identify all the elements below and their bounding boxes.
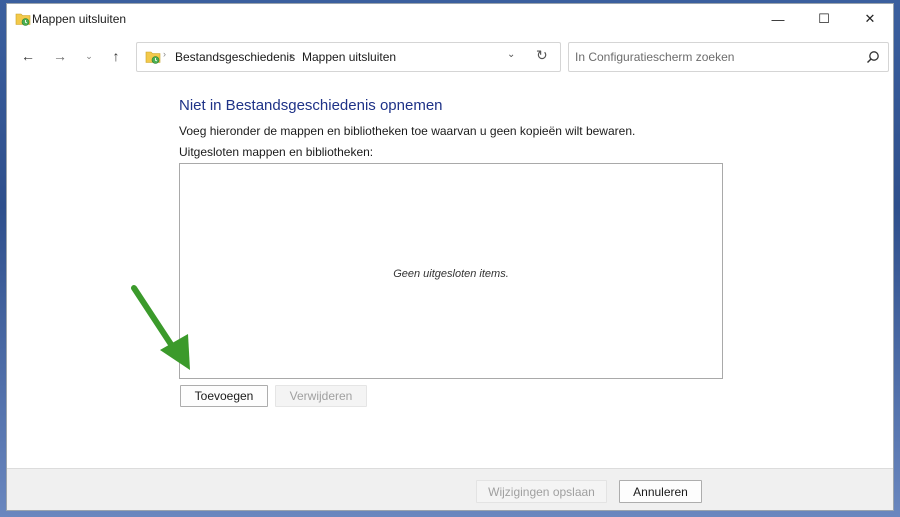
up-button[interactable]: ↑ [105, 45, 127, 67]
search-box[interactable] [568, 42, 889, 72]
remove-button[interactable]: Verwijderen [275, 385, 367, 407]
search-input[interactable] [575, 49, 855, 65]
breadcrumb-file-history[interactable]: Bestandsgeschiedenis [175, 50, 295, 64]
page-description: Voeg hieronder de mappen en bibliotheken… [179, 124, 636, 138]
navigation-bar: ← → ⌄ ↑ › Bestandsgeschiedenis › Mappen … [7, 37, 893, 77]
address-dropdown-icon[interactable]: ⌄ [507, 49, 515, 60]
address-bar[interactable]: › Bestandsgeschiedenis › Mappen uitsluit… [136, 42, 561, 72]
title-bar[interactable]: Mappen uitsluiten — ☐ ✕ [7, 4, 893, 34]
cancel-button[interactable]: Annuleren [619, 480, 702, 503]
file-history-window: Mappen uitsluiten — ☐ ✕ ← → ⌄ ↑ › Bestan… [6, 3, 894, 511]
folder-history-icon [15, 13, 31, 26]
main-content: Niet in Bestandsgeschiedenis opnemen Voe… [7, 77, 893, 467]
search-icon[interactable] [866, 50, 880, 64]
breadcrumb-separator-icon[interactable]: › [289, 49, 293, 63]
recent-locations-dropdown[interactable]: ⌄ [78, 45, 100, 67]
add-button[interactable]: Toevoegen [180, 385, 268, 407]
window-title: Mappen uitsluiten [32, 12, 127, 26]
page-title: Niet in Bestandsgeschiedenis opnemen [179, 97, 443, 114]
excluded-folders-list[interactable]: Geen uitgesloten items. [179, 163, 723, 379]
forward-button[interactable]: → [49, 45, 71, 67]
back-button[interactable]: ← [17, 45, 39, 67]
empty-list-message: Geen uitgesloten items. [393, 268, 509, 280]
footer-bar: Wijzigingen opslaan Annuleren [7, 468, 893, 510]
annotation-arrow-icon [131, 285, 190, 370]
close-button[interactable]: ✕ [847, 4, 893, 34]
maximize-button[interactable]: ☐ [801, 4, 847, 34]
excluded-list-label: Uitgesloten mappen en bibliotheken: [179, 145, 374, 159]
save-changes-button[interactable]: Wijzigingen opslaan [476, 480, 607, 503]
refresh-icon[interactable]: ↻ [536, 47, 548, 64]
address-separator-icon[interactable]: › [163, 49, 166, 59]
folder-history-icon [145, 51, 161, 64]
breadcrumb-exclude-folders[interactable]: Mappen uitsluiten [302, 50, 396, 64]
minimize-button[interactable]: — [755, 4, 801, 34]
